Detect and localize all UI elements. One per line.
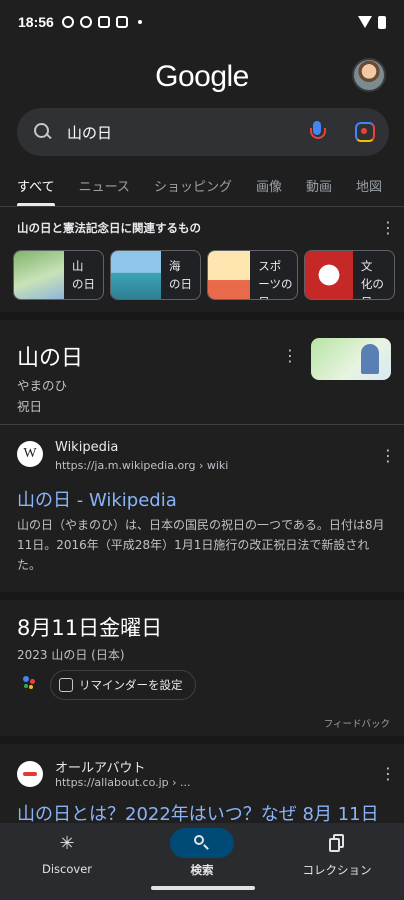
knowledge-panel-type: 祝日 (17, 399, 43, 414)
more-options-icon[interactable] (282, 346, 298, 365)
gesture-navigation-bar[interactable] (151, 886, 255, 890)
tab-news[interactable]: ニュース (79, 166, 130, 206)
nav-search[interactable]: 検索 (135, 823, 269, 878)
search-icon (33, 122, 53, 142)
knowledge-panel-image[interactable] (311, 338, 391, 380)
status-time: 18:56 (18, 14, 54, 30)
status-bar: 18:56 (0, 0, 404, 44)
set-reminder-button[interactable]: リマインダーを設定 (50, 670, 196, 700)
related-chip[interactable]: 文化の日 (304, 250, 395, 300)
search-tabs: すべて ニュース ショッピング 画像 動画 地図 (0, 166, 404, 206)
tab-all[interactable]: すべて (17, 166, 55, 206)
more-options-icon[interactable] (380, 446, 396, 465)
notification-icon (97, 16, 110, 28)
tab-shopping[interactable]: ショッピング (154, 166, 232, 206)
nav-collections-label: コレクション (302, 863, 372, 877)
nav-discover-label: Discover (41, 862, 92, 876)
section-separator (0, 592, 404, 600)
related-chips: 山の日 海の日 スポーツの日 文化の日 (13, 250, 395, 300)
chip-thumbnail (14, 251, 64, 299)
tab-videos[interactable]: 動画 (306, 166, 332, 206)
nav-search-label: 検索 (190, 863, 214, 877)
header: Google (0, 52, 404, 102)
result-url: https://ja.m.wikipedia.org › wiki (55, 459, 229, 472)
notification-icon (115, 16, 128, 28)
result-site-name: Wikipedia (55, 440, 119, 455)
result-site-name: オールアバウト (55, 761, 146, 776)
wikipedia-favicon: W (17, 441, 43, 467)
result-snippet: 山の日（やまのひ）は、日本の国民の祝日の一つである。日付は8月11日。2016年… (17, 518, 385, 572)
google-logo: Google (155, 60, 249, 93)
status-notification-icons (61, 16, 142, 28)
account-avatar[interactable] (352, 58, 386, 92)
search-icon (170, 828, 234, 858)
date-card-subtitle: 2023 山の日 (日本) (17, 648, 125, 662)
allabout-favicon (17, 761, 43, 787)
nav-collections[interactable]: コレクション (270, 823, 404, 878)
result-title-link[interactable]: 山の日 - Wikipedia (17, 486, 177, 512)
divider (0, 424, 404, 425)
chip-thumbnail (111, 251, 161, 299)
search-box[interactable]: 山の日 (17, 108, 389, 156)
collections-icon (305, 828, 369, 858)
related-chip[interactable]: スポーツの日 (207, 250, 298, 300)
result-url: https://allabout.co.jp › ... (55, 776, 191, 789)
chip-label: 文化の日 (360, 259, 384, 299)
microphone-icon[interactable] (307, 120, 327, 144)
chip-thumbnail (208, 251, 251, 299)
more-options-icon[interactable] (380, 764, 396, 783)
more-notifications-dot (137, 20, 142, 24)
tab-images[interactable]: 画像 (256, 166, 282, 206)
related-chip[interactable]: 山の日 (13, 250, 104, 300)
tab-maps[interactable]: 地図 (356, 166, 382, 206)
knowledge-panel-reading: やまのひ (17, 378, 68, 393)
chip-label: 山の日 (72, 259, 95, 291)
discover-icon: ✳ (59, 832, 75, 854)
chip-thumbnail (305, 251, 353, 299)
google-assistant-icon (23, 676, 37, 690)
search-input[interactable]: 山の日 (67, 122, 307, 143)
nav-discover[interactable]: ✳ Discover (0, 823, 134, 877)
notification-icon (61, 16, 74, 28)
related-section-title: 山の日と憲法記念日に関連するもの (17, 221, 201, 235)
date-card-title: 8月11日金曜日 (17, 616, 163, 640)
more-options-icon[interactable] (380, 218, 396, 237)
wifi-icon (358, 16, 372, 28)
knowledge-panel-title: 山の日 (17, 346, 84, 371)
battery-icon (378, 15, 386, 29)
status-system-icons (358, 15, 386, 29)
divider (0, 206, 404, 207)
chip-label: 海の日 (169, 259, 192, 291)
related-chip[interactable]: 海の日 (110, 250, 201, 300)
feedback-link[interactable]: フィードバック (324, 716, 390, 730)
google-lens-icon[interactable] (355, 122, 375, 142)
thumbnail-figure (361, 344, 379, 374)
chip-label: スポーツの日 (258, 259, 293, 299)
section-separator (0, 736, 404, 744)
set-reminder-label: リマインダーを設定 (79, 678, 183, 692)
reminder-icon (59, 678, 73, 692)
section-separator (0, 312, 404, 320)
notification-icon (79, 16, 92, 28)
